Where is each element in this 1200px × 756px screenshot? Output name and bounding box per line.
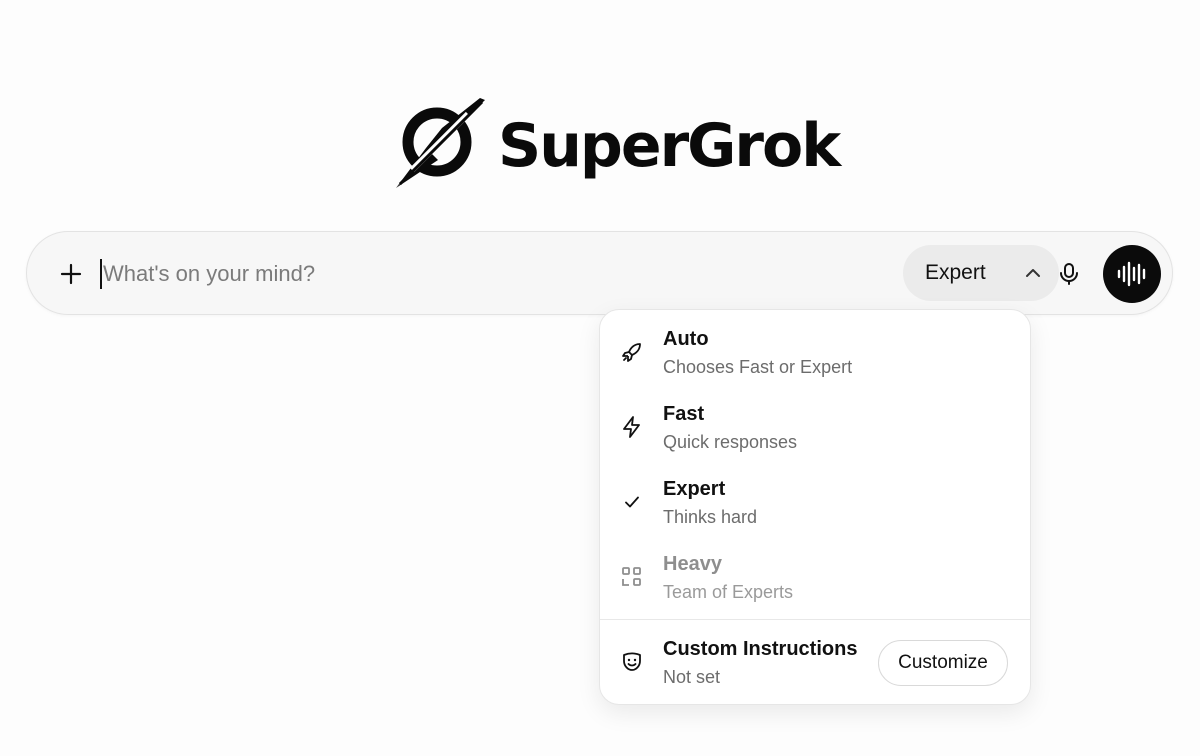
check-icon <box>625 496 639 508</box>
custom-instructions-row: Custom Instructions Not set Customize <box>600 620 1030 706</box>
prompt-composer: Expert <box>26 231 1173 315</box>
plus-icon <box>60 263 82 285</box>
menu-item-subtitle: Quick responses <box>663 432 798 452</box>
text-caret <box>100 259 102 289</box>
microphone-button[interactable] <box>1051 256 1087 292</box>
custom-instructions-title: Custom Instructions <box>663 638 858 660</box>
menu-item-expert[interactable]: Expert Thinks hard <box>600 460 1030 535</box>
menu-item-title: Heavy <box>663 553 722 575</box>
custom-instructions-status: Not set <box>663 667 721 687</box>
lightning-icon <box>623 416 640 438</box>
prompt-input[interactable] <box>103 252 883 296</box>
grok-logo-icon <box>396 98 485 188</box>
logo: SuperGrok <box>392 98 841 190</box>
voice-waveform-icon <box>1117 261 1146 287</box>
squares-icon <box>622 567 641 586</box>
attach-button[interactable] <box>53 256 89 292</box>
menu-item-subtitle: Chooses Fast or Expert <box>663 357 853 377</box>
voice-mode-button[interactable] <box>1103 245 1161 303</box>
menu-item-subtitle: Team of Experts <box>663 582 794 602</box>
customize-button[interactable]: Customize <box>878 640 1008 686</box>
menu-item-title: Auto <box>663 328 709 350</box>
page: SuperGrok Expert <box>0 0 1200 756</box>
rocket-icon <box>622 343 641 362</box>
model-menu: Auto Chooses Fast or Expert Fast Quick r… <box>599 309 1031 705</box>
chevron-up-icon <box>1026 269 1040 277</box>
theater-mask-icon <box>623 652 641 671</box>
menu-item-title: Fast <box>663 403 705 425</box>
menu-item-heavy[interactable]: Heavy Team of Experts <box>600 535 1030 610</box>
menu-item-fast[interactable]: Fast Quick responses <box>600 385 1030 460</box>
model-selector-label: Expert <box>925 261 986 284</box>
logo-text: SuperGrok <box>498 111 841 181</box>
model-selector-button[interactable]: Expert <box>903 245 1059 301</box>
menu-item-auto[interactable]: Auto Chooses Fast or Expert <box>600 310 1030 385</box>
menu-item-subtitle: Thinks hard <box>663 507 758 527</box>
menu-item-title: Expert <box>663 478 726 500</box>
microphone-icon <box>1060 263 1078 285</box>
